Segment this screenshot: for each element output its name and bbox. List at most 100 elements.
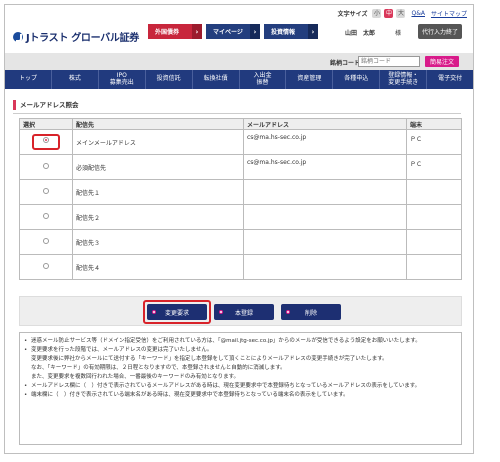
table-row: 必須配信先 cs@ma.hs-sec.co.jp ＰＣ xyxy=(19,154,462,180)
notes-box: 迷惑メール防止サービス等（ドメイン指定受信）をご利用されている方は、「@mail… xyxy=(19,332,462,445)
mypage-label: マイページ xyxy=(213,29,243,36)
nav-applications[interactable]: 各種申込 xyxy=(333,70,381,89)
email-cell xyxy=(243,254,407,280)
email-address-table: 選択 配信先 メールアドレス 端末 メインメールアドレス cs@ma.hs-se… xyxy=(19,118,462,280)
radio-required-destination[interactable] xyxy=(43,163,49,169)
table-row: 配信先４ xyxy=(19,254,462,280)
qa-link[interactable]: Q&A xyxy=(411,10,425,17)
email-cell xyxy=(243,179,407,205)
destination-cell: メインメールアドレス xyxy=(72,129,244,155)
page-frame: 文字サイズ 小 中 大 Q&A サイトマップ Jトラスト グローバル証券 外国債… xyxy=(4,4,474,454)
font-size-label: 文字サイズ xyxy=(337,11,368,18)
terminal-cell: ＰＣ xyxy=(406,129,462,155)
selected-highlight xyxy=(32,134,60,150)
radio-destination-3[interactable] xyxy=(43,238,49,244)
radio-destination-1[interactable] xyxy=(43,188,49,194)
select-cell xyxy=(19,154,73,180)
col-header-destination: 配信先 xyxy=(72,118,244,130)
terminal-cell xyxy=(406,204,462,230)
quick-order-button[interactable]: 簡易注文 xyxy=(425,56,459,67)
sitemap-link[interactable]: サイトマップ xyxy=(431,9,467,18)
chevron-right-icon: › xyxy=(308,24,318,39)
stock-code-input[interactable] xyxy=(358,56,420,67)
table-row: 配信先１ xyxy=(19,179,462,205)
note-item: 変更要求を行った段階では、メールアドレスの変更は完了いたしません。 xyxy=(24,346,457,355)
radio-destination-4[interactable] xyxy=(43,263,49,269)
note-continuation: なお、「キーワード」の有効期限は、２日程となりますので、本登録されませんと自動的… xyxy=(31,365,286,371)
nav-investment-trust[interactable]: 投資信託 xyxy=(146,70,193,89)
destination-cell: 必須配信先 xyxy=(72,154,244,180)
action-button-bar: 変更要求 本登録 削除 xyxy=(19,296,462,326)
page-title: メールアドレス照会 xyxy=(13,100,79,110)
note-item: メールアドレス欄に（ ）付きで表示されているメールアドレスがある時は、現在変更要… xyxy=(24,382,457,391)
quick-order-bar: 銘柄コード 簡易注文 xyxy=(5,53,473,70)
nav-stocks[interactable]: 株式 xyxy=(52,70,99,89)
user-info: 山田 太郎 様 xyxy=(345,28,401,37)
nav-top[interactable]: トップ xyxy=(5,70,52,89)
brand-logo[interactable]: Jトラスト グローバル証券 xyxy=(13,29,139,44)
register-button[interactable]: 本登録 xyxy=(214,304,274,320)
note-item: 端末欄に（ ）付きで表示されている端末名がある時は、現在変更要求中で本登録待ちと… xyxy=(24,391,457,400)
nav-electronic-delivery[interactable]: 電子交付 xyxy=(427,70,473,89)
change-request-label: 変更要求 xyxy=(164,309,189,317)
nav-ipo[interactable]: IPO 募集売出 xyxy=(99,70,146,89)
button-bullet-icon xyxy=(152,310,156,314)
nav-deposit-transfer[interactable]: 入出金 振替 xyxy=(240,70,287,89)
global-nav: トップ 株式 IPO 募集売出 投資信託 転換社債 入出金 振替 資産管理 各種… xyxy=(5,70,473,89)
nav-convertible-bonds[interactable]: 転換社債 xyxy=(193,70,240,89)
investment-info-label: 投資情報 xyxy=(271,29,296,36)
note-continuation: また、変更要求を複数回行われた場合、一番最後のキーワードのみ有効となります。 xyxy=(31,374,240,380)
user-name: 山田 太郎 xyxy=(345,30,376,37)
select-cell xyxy=(19,129,73,155)
foreign-bonds-label: 外国債券 xyxy=(155,29,180,36)
terminal-cell xyxy=(406,179,462,205)
end-proxy-input-button[interactable]: 代行入力終了 xyxy=(418,24,462,39)
register-label: 本登録 xyxy=(234,309,253,317)
select-cell xyxy=(19,179,73,205)
destination-cell: 配信先４ xyxy=(72,254,244,280)
select-cell xyxy=(19,229,73,255)
destination-cell: 配信先３ xyxy=(72,229,244,255)
font-size-medium-button[interactable]: 中 xyxy=(384,9,394,18)
terminal-cell xyxy=(406,229,462,255)
font-size-small-button[interactable]: 小 xyxy=(372,9,382,18)
terminal-cell xyxy=(406,254,462,280)
user-honorific: 様 xyxy=(395,30,402,37)
table-row: 配信先３ xyxy=(19,229,462,255)
chevron-right-icon: › xyxy=(192,24,202,39)
terminal-cell: ＰＣ xyxy=(406,154,462,180)
destination-cell: 配信先１ xyxy=(72,179,244,205)
nav-registration-info[interactable]: 登録情報・ 変更手続き xyxy=(380,70,428,89)
note-item: 迷惑メール防止サービス等（ドメイン指定受信）をご利用されている方は、「@mail… xyxy=(24,337,457,346)
stock-code-label: 銘柄コード xyxy=(330,60,361,67)
font-size-large-button[interactable]: 大 xyxy=(396,9,406,18)
select-cell xyxy=(19,204,73,230)
investment-info-button[interactable]: 投資情報 › xyxy=(264,24,318,39)
button-bullet-icon xyxy=(286,310,290,314)
email-cell xyxy=(243,229,407,255)
destination-cell: 配信先２ xyxy=(72,204,244,230)
table-header-row: 選択 配信先 メールアドレス 端末 xyxy=(19,118,462,130)
nav-asset-management[interactable]: 資産管理 xyxy=(286,70,334,89)
mypage-button[interactable]: マイページ › xyxy=(206,24,260,39)
col-header-select: 選択 xyxy=(19,118,73,130)
email-cell: cs@ma.hs-sec.co.jp xyxy=(243,154,407,180)
email-cell: cs@ma.hs-sec.co.jp xyxy=(243,129,407,155)
col-header-terminal: 端末 xyxy=(406,118,462,130)
brand-name: Jトラスト グローバル証券 xyxy=(26,33,140,44)
radio-main-email[interactable] xyxy=(43,137,49,143)
change-request-button[interactable]: 変更要求 xyxy=(147,304,207,320)
delete-label: 削除 xyxy=(304,309,317,317)
radio-destination-2[interactable] xyxy=(43,213,49,219)
table-row: メインメールアドレス cs@ma.hs-sec.co.jp ＰＣ xyxy=(19,129,462,155)
note-continuation: 変更要求後に弊社からメールにて送付する「キーワード」を指定し本登録をして頂くこと… xyxy=(31,356,388,362)
chevron-right-icon: › xyxy=(250,24,260,39)
col-header-email: メールアドレス xyxy=(243,118,407,130)
email-cell xyxy=(243,204,407,230)
foreign-bonds-button[interactable]: 外国債券 › xyxy=(148,24,202,39)
table-row: 配信先２ xyxy=(19,204,462,230)
utility-bar: 文字サイズ 小 中 大 Q&A サイトマップ xyxy=(338,9,467,18)
button-bullet-icon xyxy=(219,310,223,314)
delete-button[interactable]: 削除 xyxy=(281,304,341,320)
title-divider xyxy=(13,113,461,114)
